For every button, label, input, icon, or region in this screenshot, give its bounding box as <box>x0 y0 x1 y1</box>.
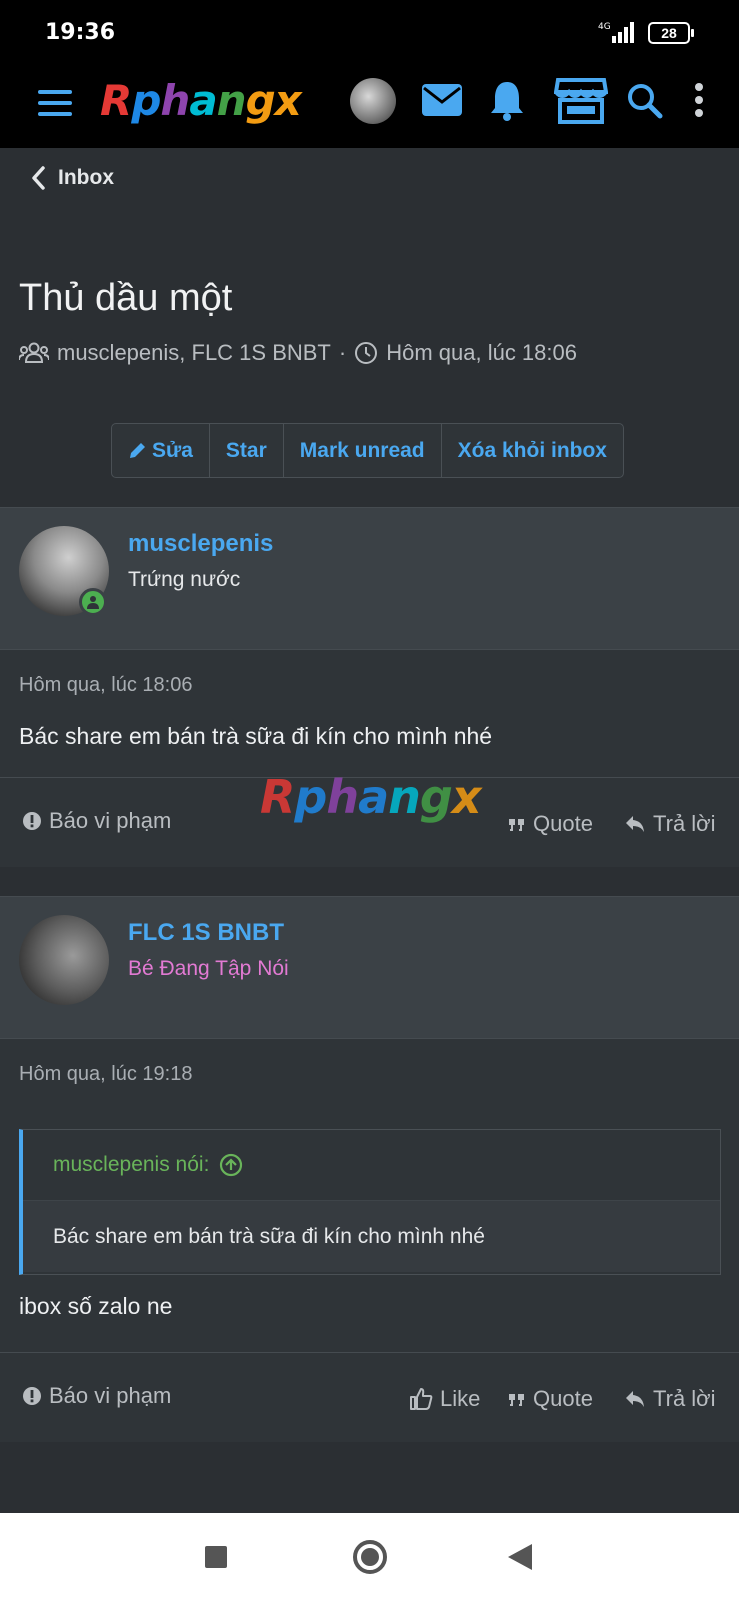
quote-button[interactable]: Quote <box>508 811 593 837</box>
users-icon <box>19 342 49 363</box>
user-title: Bé Đang Tập Nói <box>128 957 289 980</box>
quote-icon <box>509 1394 524 1406</box>
reply-icon <box>626 1391 644 1407</box>
username-link[interactable]: FLC 1S BNBT <box>128 919 284 947</box>
mark-unread-button[interactable]: Mark unread <box>284 424 442 477</box>
like-button[interactable]: Like <box>409 1386 480 1412</box>
report-label: Báo vi phạm <box>49 1383 172 1408</box>
recents-button[interactable] <box>205 1546 227 1568</box>
message-body: Bác share em bán trà sữa đi kín cho mình… <box>19 723 493 749</box>
site-logo[interactable]: Rphangx <box>100 76 302 125</box>
reply-label: Trả lời <box>653 1386 716 1411</box>
quote-header[interactable]: musclepenis nói: <box>23 1130 720 1200</box>
avatar[interactable] <box>19 915 109 1005</box>
alert-icon <box>23 812 41 830</box>
system-nav-bar <box>0 1513 739 1600</box>
quote-label: Quote <box>533 1386 593 1411</box>
user-title: Trứng nước <box>128 568 241 591</box>
conversation-meta: musclepenis, FLC 1S BNBT · Hôm qua, lúc … <box>19 340 577 366</box>
quote-icon <box>509 819 524 831</box>
report-button[interactable]: Báo vi phạm <box>22 808 171 834</box>
home-button[interactable] <box>353 1540 387 1574</box>
participants[interactable]: musclepenis, FLC 1S BNBT <box>57 340 331 366</box>
clock-icon <box>355 342 378 364</box>
back-to-inbox-link[interactable]: Inbox <box>30 160 114 196</box>
back-label: Inbox <box>58 166 114 189</box>
page-title: Thủ dầu một <box>19 277 233 319</box>
alert-icon <box>23 1387 41 1405</box>
star-button[interactable]: Star <box>210 424 284 477</box>
reply-button[interactable]: Trả lời <box>624 1386 716 1412</box>
message-user-block: FLC 1S BNBT Bé Đang Tập Nói <box>0 897 739 1039</box>
menu-icon[interactable] <box>38 90 74 120</box>
conversation-time: Hôm qua, lúc 18:06 <box>386 340 577 365</box>
bell-icon[interactable] <box>488 78 526 122</box>
username-link[interactable]: musclepenis <box>128 530 273 558</box>
message-2: FLC 1S BNBT Bé Đang Tập Nói Hôm qua, lúc… <box>0 896 739 1442</box>
message-actions: Báo vi phạm Like Quote Trả lời <box>0 1352 739 1442</box>
meta-separator: · <box>338 340 347 365</box>
remove-from-inbox-button[interactable]: Xóa khỏi inbox <box>442 424 623 477</box>
more-vertical-icon[interactable] <box>692 82 706 118</box>
network-type: 4G <box>598 22 611 32</box>
conversation-actions: Sửa Star Mark unread Xóa khỏi inbox <box>111 423 624 478</box>
store-icon[interactable] <box>554 76 608 124</box>
quote-block: musclepenis nói: Bác share em bán trà sữ… <box>19 1129 721 1275</box>
quote-author: musclepenis nói: <box>53 1153 210 1176</box>
search-icon[interactable] <box>626 82 664 120</box>
quote-label: Quote <box>533 811 593 836</box>
report-button[interactable]: Báo vi phạm <box>22 1383 171 1409</box>
app-header: Rphangx <box>0 66 739 148</box>
message-body: ibox số zalo ne <box>19 1293 173 1319</box>
message-user-block: musclepenis Trứng nước <box>0 508 739 650</box>
quote-button[interactable]: Quote <box>508 1386 593 1412</box>
back-button[interactable] <box>508 1544 532 1570</box>
envelope-icon[interactable] <box>420 82 464 118</box>
quote-text: Bác share em bán trà sữa đi kín cho mình… <box>23 1200 720 1272</box>
message-date[interactable]: Hôm qua, lúc 19:18 <box>19 1063 192 1086</box>
reply-button[interactable]: Trả lời <box>624 811 716 837</box>
message-date[interactable]: Hôm qua, lúc 18:06 <box>19 674 192 697</box>
online-status-icon <box>79 588 107 616</box>
pencil-icon <box>130 442 145 458</box>
status-bar: 19:36 4G 28 <box>0 0 739 66</box>
signal-icon: 4G <box>598 22 634 43</box>
report-label: Báo vi phạm <box>49 808 172 833</box>
battery-indicator: 28 <box>648 22 694 44</box>
watermark-logo: Rphangx <box>260 770 482 824</box>
edit-label: Sửa <box>152 438 193 462</box>
reply-label: Trả lời <box>653 811 716 836</box>
reply-icon <box>626 816 644 832</box>
status-time: 19:36 <box>45 20 116 45</box>
edit-button[interactable]: Sửa <box>112 424 210 477</box>
avatar[interactable] <box>350 78 396 124</box>
thumbs-up-icon <box>410 1388 433 1410</box>
arrow-up-circle-icon[interactable] <box>219 1153 243 1177</box>
like-label: Like <box>440 1386 481 1411</box>
chevron-left-icon <box>32 166 45 190</box>
